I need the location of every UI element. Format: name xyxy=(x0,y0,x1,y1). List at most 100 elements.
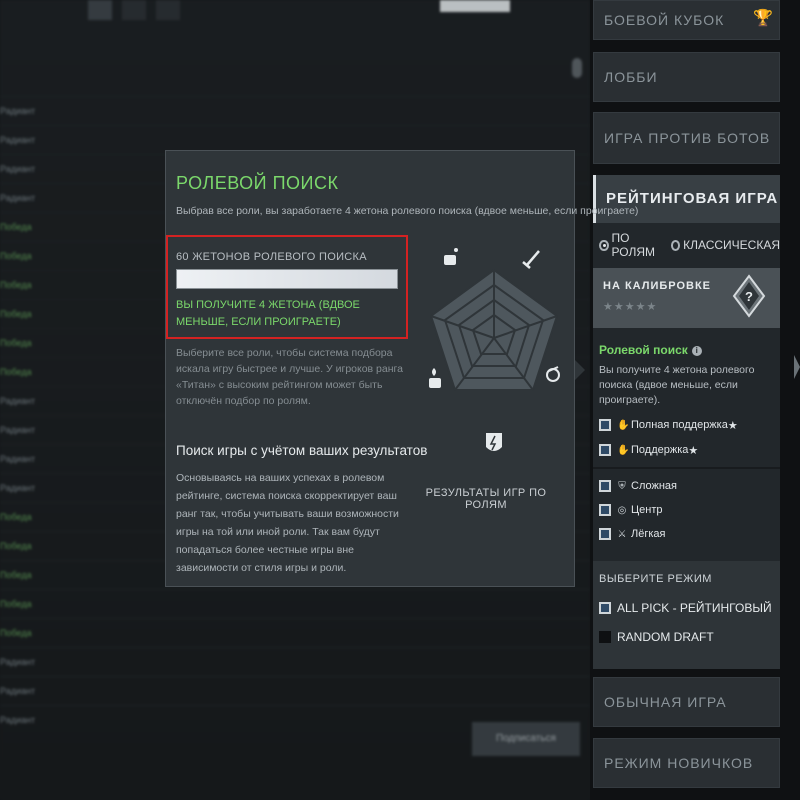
panel-expand-arrow-icon[interactable] xyxy=(794,355,800,379)
favorite-star: ★ xyxy=(688,444,699,457)
trophy-icon: 🏆 xyxy=(753,10,774,27)
mode-option-random-draft[interactable]: RANDOM DRAFT xyxy=(599,630,714,644)
tooltip-title: РОЛЕВОЙ ПОИСК xyxy=(176,173,339,193)
radar-sword-icon xyxy=(522,250,540,269)
section-title: Поиск игры с учётом ваших результатов xyxy=(176,443,428,458)
mode-lobby[interactable]: ЛОББИ xyxy=(593,52,780,102)
sword-icon: ⚔ xyxy=(617,528,627,540)
role-radar-chart xyxy=(429,248,560,451)
background-cell: Победа xyxy=(0,309,32,319)
popup-pointer xyxy=(575,360,585,380)
background-cell: Радиант xyxy=(0,106,36,116)
play-mode-panel: БОЕВОЙ КУБОК 🏆 ЛОББИ ИГРА ПРОТИВ БОТОВ Р… xyxy=(590,0,800,800)
target-icon: ◎ xyxy=(617,504,627,516)
background-tabs xyxy=(88,0,180,22)
background-row: Радиант xyxy=(0,96,590,125)
role-checkbox-hard-support[interactable]: ✋ Полная поддержка ★ xyxy=(599,417,738,433)
tooltip-subtitle: Выбрав все роли, вы заработаете 4 жетона… xyxy=(176,205,639,217)
mode-label: ЛОББИ xyxy=(604,69,658,85)
checkbox[interactable] xyxy=(599,504,611,516)
mode-label: ОБЫЧНАЯ ИГРА xyxy=(604,694,727,710)
background-cell: Победа xyxy=(0,628,32,638)
background-cell: Радиант xyxy=(0,715,36,725)
info-icon[interactable]: i xyxy=(691,346,702,356)
checkbox[interactable] xyxy=(599,419,611,431)
role-checkbox-support[interactable]: ✋ Поддержка ★ xyxy=(599,442,698,458)
background-cell: Победа xyxy=(0,512,32,522)
calibration-title: НА КАЛИБРОВКЕ xyxy=(603,280,712,292)
select-mode-section: ВЫБЕРИТЕ РЕЖИМ ALL PICK - РЕЙТИНГОВЫЙ RA… xyxy=(593,561,780,669)
background-cell: Победа xyxy=(0,367,32,377)
role-label: Поддержка xyxy=(631,444,689,456)
checkbox[interactable] xyxy=(599,480,611,492)
mode-battle-cup[interactable]: БОЕВОЙ КУБОК 🏆 xyxy=(593,0,780,40)
mode-bots[interactable]: ИГРА ПРОТИВ БОТОВ xyxy=(593,112,780,164)
section-body: Основываясь на ваших успехах в ролевом р… xyxy=(176,472,399,574)
mode-normal[interactable]: ОБЫЧНАЯ ИГРА xyxy=(593,677,780,727)
role-search-tooltip: РОЛЕВОЙ ПОИСК Выбрав все роли, вы зарабо… xyxy=(165,150,639,587)
calibration-badge-icon: ? xyxy=(732,274,766,318)
mode-option-all-pick[interactable]: ALL PICK - РЕЙТИНГОВЫЙ xyxy=(599,601,772,615)
background-cell: Победа xyxy=(0,251,32,261)
background-subscribe-button: Подписаться xyxy=(472,722,580,756)
background-cell: Радиант xyxy=(0,193,36,203)
role-label: Лёгкая xyxy=(631,528,666,540)
background-cell: Радиант xyxy=(0,657,36,667)
favorite-star: ★ xyxy=(727,419,738,432)
background-cell: Победа xyxy=(0,338,32,348)
background-row: Радиант xyxy=(0,676,590,705)
background-cell: Победа xyxy=(0,222,32,232)
background-cell: Радиант xyxy=(0,164,36,174)
radio-classic-label[interactable]: КЛАССИЧЕСКАЯ xyxy=(683,238,780,252)
radio-by-roles[interactable] xyxy=(599,239,609,251)
role-label: Центр xyxy=(631,504,663,516)
calibration-badge-text: ? xyxy=(745,289,753,304)
background-toggle xyxy=(572,58,582,78)
role-label: Полная поддержка xyxy=(631,419,728,431)
mode-label: БОЕВОЙ КУБОК xyxy=(604,12,725,28)
mode-option-label: ALL PICK - РЕЙТИНГОВЫЙ xyxy=(617,601,772,615)
role-label: Сложная xyxy=(631,480,677,492)
radio-classic[interactable] xyxy=(670,239,681,251)
tooltip-help-text: Выберите все роли, чтобы система подбора… xyxy=(176,347,403,407)
background-tab xyxy=(122,0,146,20)
background-table-header xyxy=(0,58,590,78)
radar-shield-icon xyxy=(486,433,502,451)
tokens-progress-bar xyxy=(176,269,398,289)
divider xyxy=(593,467,780,469)
background-cell: Радиант xyxy=(0,396,36,406)
calibration-card: НА КАЛИБРОВКЕ ★★★★★ ? xyxy=(593,268,780,328)
role-search-description: Вы получите 4 жетона ролевого поиска (вд… xyxy=(599,364,755,406)
background-cell: Радиант xyxy=(0,686,36,696)
background-cell: Победа xyxy=(0,599,32,609)
radio-by-roles-label[interactable]: ПО РОЛЯМ xyxy=(612,231,663,259)
background-cell: Радиант xyxy=(0,483,36,493)
calibration-stars: ★★★★★ xyxy=(603,301,658,313)
background-progress-bar xyxy=(440,0,510,12)
background-cell: Радиант xyxy=(0,135,36,145)
shield-icon: ⛨ xyxy=(618,480,626,492)
mode-option-label: RANDOM DRAFT xyxy=(617,630,714,644)
background-cell: Радиант xyxy=(0,425,36,435)
ranked-options: ПО РОЛЯМ КЛАССИЧЕСКАЯ НА КАЛИБРОВКЕ ★★★★… xyxy=(593,223,780,669)
mode-label: РЕЖИМ НОВИЧКОВ xyxy=(604,755,754,771)
background-cell: Победа xyxy=(0,541,32,551)
checkbox[interactable] xyxy=(599,444,611,456)
radar-hand-icon-2 xyxy=(429,368,441,388)
role-checkbox-offlane[interactable]: ⛨ Сложная xyxy=(599,478,677,494)
role-checkbox-mid[interactable]: ◎ Центр xyxy=(599,502,663,518)
hand-icon: ✋ xyxy=(617,444,630,456)
checkbox[interactable] xyxy=(599,631,611,643)
background-cell: Победа xyxy=(0,280,32,290)
background-tab xyxy=(156,0,180,20)
radar-hand-icon xyxy=(444,248,458,265)
mode-label: ИГРА ПРОТИВ БОТОВ xyxy=(604,130,771,146)
mode-new-player[interactable]: РЕЖИМ НОВИЧКОВ xyxy=(593,738,780,788)
tokens-highlight-box: 60 ЖЕТОНОВ РОЛЕВОГО ПОИСКА ВЫ ПОЛУЧИТЕ 4… xyxy=(166,235,408,339)
radar-caption: РЕЗУЛЬТАТЫ ИГР ПО РОЛЯМ xyxy=(425,487,547,511)
background-row: Победа xyxy=(0,618,590,647)
background-cell: Победа xyxy=(0,570,32,580)
checkbox[interactable] xyxy=(599,602,611,614)
checkbox[interactable] xyxy=(599,528,611,540)
role-checkbox-safe[interactable]: ⚔ Лёгкая xyxy=(599,526,665,542)
